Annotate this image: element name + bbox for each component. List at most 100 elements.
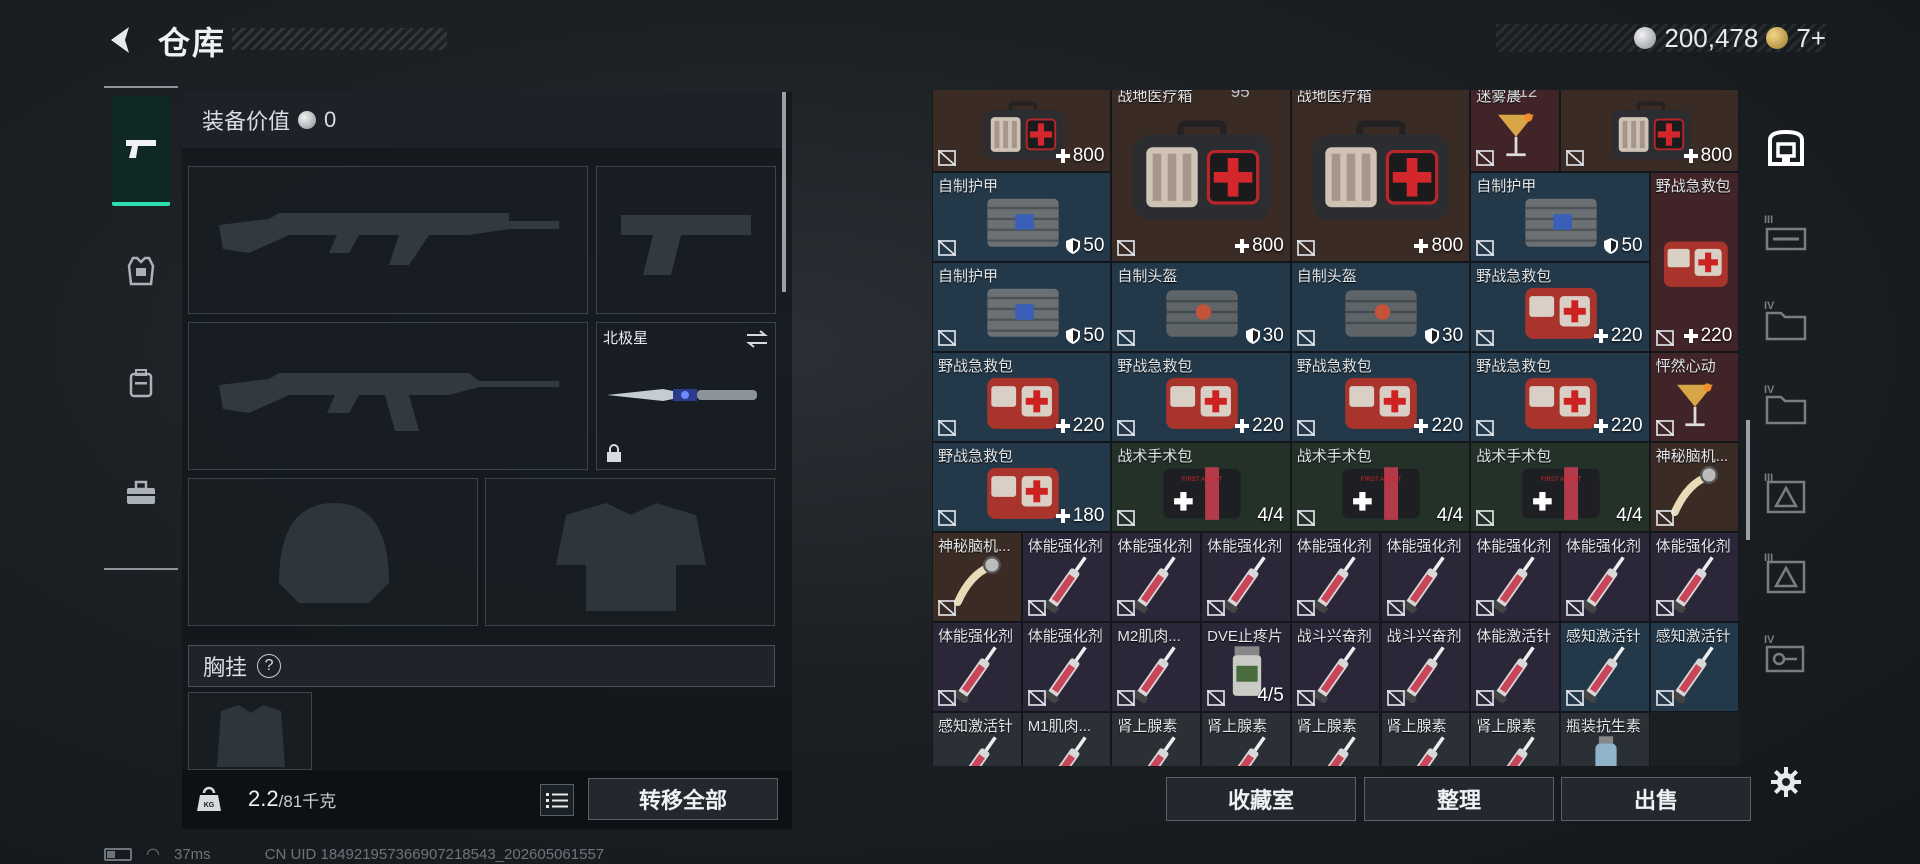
equip-value-label: 装备价值 (202, 109, 291, 134)
inventory-item[interactable]: 自制护甲 50 (1470, 172, 1650, 262)
list-view-button[interactable] (540, 784, 574, 816)
storage-tab[interactable]: III (1760, 468, 1812, 524)
item-name: 自制护甲 (938, 268, 999, 285)
storage-tab[interactable]: IV (1760, 296, 1812, 352)
inventory-item[interactable]: 野战急救包 220 (932, 352, 1112, 442)
organize-button[interactable]: 整理 (1364, 777, 1554, 821)
inventory-item[interactable]: 自制护甲 50 (932, 262, 1112, 352)
inventory-scrollbar[interactable] (1746, 420, 1750, 540)
inventory-item[interactable]: 野战急救包 220 (1290, 352, 1471, 442)
inventory-item[interactable]: 体能强化剂 (1470, 532, 1560, 622)
vest-icon (127, 256, 155, 286)
inventory-item[interactable]: 体能强化剂 (1380, 532, 1471, 622)
storage-tab[interactable]: IV (1760, 380, 1812, 436)
inventory-item[interactable]: 800 (1559, 90, 1740, 172)
inventory-item[interactable]: 野战急救包 180 (932, 442, 1112, 532)
storage-tab[interactable] (1760, 120, 1812, 176)
inventory-item[interactable]: 体能激活针 (1470, 622, 1560, 712)
inventory-item[interactable]: 800 (932, 90, 1112, 172)
inventory-item[interactable]: 战地医疗箱 800 (1111, 90, 1291, 262)
secondary-weapon-slot[interactable] (188, 322, 588, 470)
inventory-item[interactable]: M2肌肉... (1111, 622, 1202, 712)
key-case-icon (1765, 645, 1805, 673)
inventory-item[interactable]: 肾上腺素 (1470, 712, 1560, 766)
coin-icon (1634, 27, 1657, 49)
inventory-item[interactable]: M1肌肉... (1021, 712, 1112, 766)
inventory-item[interactable]: 野战急救包 220 (1649, 172, 1740, 352)
inventory-item[interactable]: 体能强化剂 (1111, 532, 1202, 622)
sell-button[interactable]: 出售 (1561, 777, 1751, 821)
inventory-item[interactable]: 肾上腺素 (1201, 712, 1291, 766)
help-button[interactable]: ? (257, 654, 282, 678)
equipment-value: 装备价值 0 (182, 92, 782, 148)
inventory-item[interactable]: 感知激活针 (932, 712, 1022, 766)
heal-icon (1414, 239, 1429, 253)
status-bar: ◠ 37ms CN UID 1849219573669072185​43_202… (104, 844, 604, 864)
inventory-item[interactable]: 肾上腺素 (1290, 712, 1381, 766)
swap-icon[interactable] (745, 329, 769, 349)
item-value-text: 180 (1072, 505, 1105, 526)
inventory-item[interactable]: 自制护甲 50 (932, 172, 1112, 262)
inventory-item[interactable]: 迷雾晨 (1470, 90, 1560, 172)
armor-slot[interactable] (485, 478, 775, 626)
helmet-slot[interactable] (188, 478, 478, 626)
item-value: 220 (1414, 415, 1463, 437)
inventory-item[interactable]: 感知激活针 (1559, 622, 1650, 712)
settings-button[interactable] (1766, 762, 1806, 802)
inventory-item[interactable]: 体能强化剂 (932, 622, 1022, 712)
inventory-item[interactable]: FIRST AID KIT 战术手术包 4/4 (1111, 442, 1291, 532)
item-name: 神秘脑机... (938, 538, 1011, 555)
inventory-item[interactable]: 体能强化剂 (1201, 532, 1291, 622)
inventory-item[interactable]: 野战急救包 220 (1470, 262, 1650, 352)
tab-backpack[interactable] (112, 328, 170, 438)
inventory-item[interactable]: 自制头盔 30 (1111, 262, 1291, 352)
inventory-item[interactable]: 体能强化剂 (1559, 532, 1650, 622)
tab-weapons[interactable] (112, 96, 170, 206)
transfer-all-button[interactable]: 转移全部 (588, 778, 778, 820)
melee-slot[interactable]: 北极星 (596, 322, 776, 470)
item-name: 肾上腺素 (1296, 718, 1357, 735)
storage-tab[interactable]: IV (1760, 630, 1812, 686)
tab-toolbox[interactable] (112, 438, 170, 548)
item-value-text: 800 (1072, 145, 1105, 166)
rifle-case-icon (1765, 227, 1807, 251)
inventory-item[interactable]: FIRST AID KIT 战术手术包 4/4 (1470, 442, 1650, 532)
inventory-item[interactable]: 感知激活针 (1649, 622, 1740, 712)
inventory-item[interactable]: 瓶装抗生素 (1559, 712, 1650, 766)
no-trade-icon (1476, 510, 1495, 526)
loadout-scrollbar[interactable] (782, 92, 786, 292)
inventory-item[interactable]: 自制头盔 30 (1290, 262, 1471, 352)
inventory-item[interactable]: 野战急救包 220 (1470, 352, 1650, 442)
inventory-item[interactable]: 肾上腺素 (1111, 712, 1202, 766)
chest-rig-slot[interactable] (188, 692, 312, 770)
collection-room-button[interactable]: 收藏室 (1166, 777, 1356, 821)
inventory-grid[interactable]: 800 战地医疗箱 800 战地医疗箱 800 迷雾晨 800 自制护甲 50 自制护甲 50 野战急… (932, 90, 1740, 766)
inventory-item[interactable]: 肾上腺素 (1380, 712, 1471, 766)
inventory-item[interactable]: 战斗兴奋剂 (1290, 622, 1381, 712)
back-button[interactable] (100, 20, 140, 60)
inventory-item[interactable]: 体能强化剂 (1021, 532, 1112, 622)
inventory-item[interactable]: 神秘脑机... (932, 532, 1022, 622)
item-name: 野战急救包 (1476, 268, 1552, 285)
inventory-item[interactable]: 怦然心动 (1649, 352, 1740, 442)
storage-tab[interactable]: III (1760, 210, 1812, 266)
inventory-item[interactable]: 战地医疗箱 800 (1290, 90, 1471, 262)
primary-weapon-slot[interactable] (188, 166, 588, 314)
item-value: 30 (1425, 325, 1463, 347)
inventory-item[interactable]: 野战急救包 220 (1111, 352, 1291, 442)
inventory-item[interactable]: 神秘脑机... (1649, 442, 1740, 532)
inventory-item[interactable]: FIRST AID KIT 战术手术包 4/4 (1290, 442, 1471, 532)
sidearm-slot[interactable] (596, 166, 776, 314)
surgery-kit-icon: FIRST AID KIT (1511, 461, 1611, 528)
item-value: 800 (1683, 145, 1732, 167)
inventory-item[interactable]: 体能强化剂 (1290, 532, 1381, 622)
inventory-item[interactable]: 战斗兴奋剂 (1380, 622, 1471, 712)
inventory-item[interactable]: 体能强化剂 (1021, 622, 1112, 712)
svg-text:FIRST AID KIT: FIRST AID KIT (1182, 476, 1223, 483)
storage-tab[interactable]: III (1760, 548, 1812, 604)
chest-rig-header: 胸挂 ? (188, 645, 775, 687)
inventory-item[interactable]: DVE止疼片 4/5 (1201, 622, 1291, 712)
tab-armor[interactable] (112, 216, 170, 326)
inventory-item[interactable]: 体能强化剂 (1649, 532, 1740, 622)
no-trade-icon (1027, 690, 1046, 706)
